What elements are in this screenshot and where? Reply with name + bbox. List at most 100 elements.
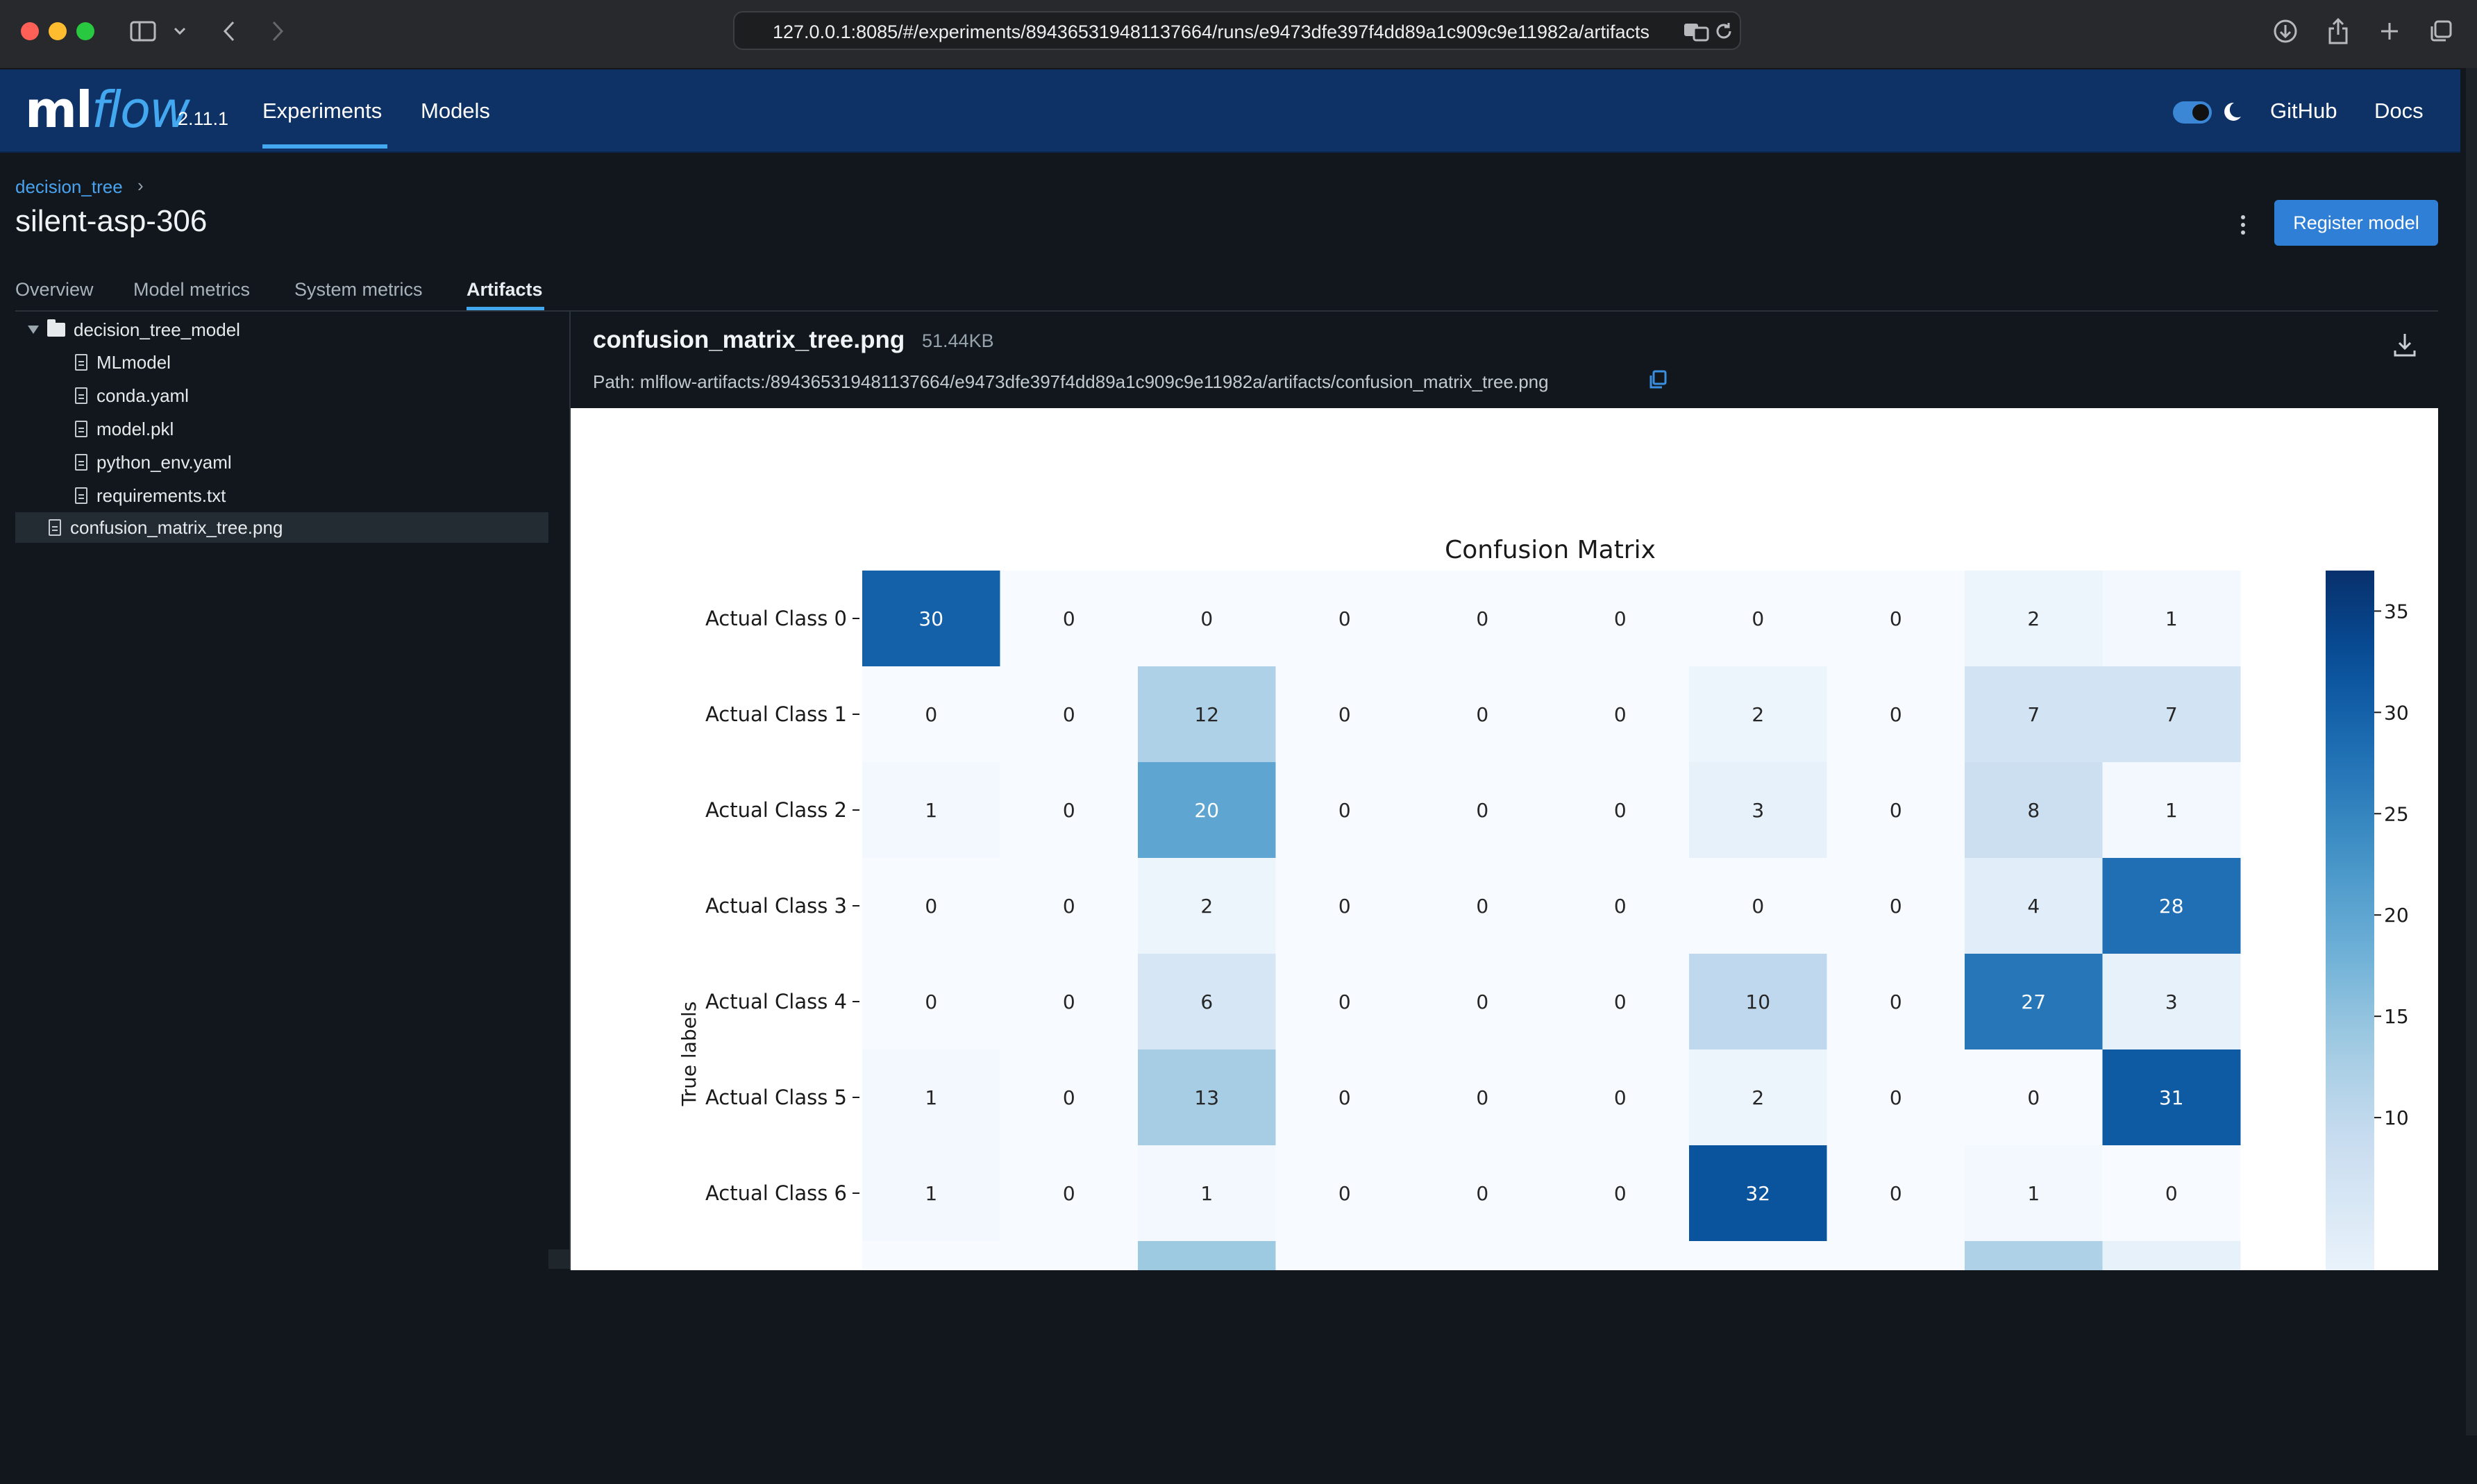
heatmap-cell (1413, 1241, 1552, 1270)
cell-value-label: 0 (1476, 703, 1488, 726)
cell-value-label: 0 (1338, 607, 1351, 630)
file-icon (75, 387, 87, 404)
tree-item-label: decision_tree_model (74, 319, 240, 340)
cell-value-label: 0 (1063, 895, 1075, 918)
tree-file-requirements-txt[interactable]: requirements.txt (75, 480, 226, 511)
cell-value-label: 20 (1194, 799, 1219, 822)
url-text: 127.0.0.1:8085/#/experiments/89436531948… (773, 22, 1650, 42)
tree-file-confusion-matrix-tree-png[interactable]: confusion_matrix_tree.png (15, 512, 548, 543)
tab-system-metrics[interactable]: System metrics (294, 279, 423, 301)
colorbar (2326, 571, 2374, 1270)
cell-value-label: 2 (1752, 703, 1764, 726)
tab-overview[interactable]: Overview (15, 279, 94, 301)
fullscreen-window-button[interactable] (76, 22, 94, 40)
reload-icon[interactable] (1713, 21, 1734, 45)
register-model-button[interactable]: Register model (2274, 200, 2438, 246)
heatmap-cell (1551, 1241, 1690, 1270)
close-window-button[interactable] (21, 22, 39, 40)
cell-value-label: 0 (1476, 799, 1488, 822)
row-tick-label: Actual Class 0 (705, 607, 847, 630)
cell-value-label: 1 (925, 799, 937, 822)
minimize-window-button[interactable] (49, 22, 67, 40)
cell-value-label: 0 (1614, 799, 1627, 822)
cell-value-label: 28 (2159, 895, 2184, 918)
cell-value-label: 0 (1338, 703, 1351, 726)
tree-scrollbar[interactable] (548, 1249, 569, 1269)
nav-experiments[interactable]: Experiments (262, 99, 382, 124)
cell-value-label: 0 (1752, 607, 1764, 630)
cell-value-label: 8 (2027, 799, 2040, 822)
cell-value-label: 0 (1338, 895, 1351, 918)
tree-file-mlmodel[interactable]: MLmodel (75, 347, 171, 378)
cell-value-label: 0 (1063, 607, 1075, 630)
cell-value-label: 0 (1338, 990, 1351, 1013)
mlflow-logo[interactable]: ml flow (25, 81, 190, 139)
cell-value-label: 2 (2027, 607, 2040, 630)
heatmap-cell (2102, 1241, 2241, 1270)
cell-value-label: 0 (1614, 895, 1627, 918)
tab-overview-icon[interactable] (2427, 14, 2455, 49)
cell-value-label: 0 (1890, 1086, 1902, 1109)
cell-value-label: 12 (1194, 703, 1219, 726)
tab-artifacts[interactable]: Artifacts (467, 279, 543, 301)
artifact-image-preview: Confusion Matrix True labels 30 0 0 0 0 0 0 0 2 1… (571, 408, 2438, 1270)
share-icon[interactable] (2324, 14, 2352, 49)
file-icon (75, 421, 87, 437)
new-tab-icon[interactable] (2376, 14, 2403, 49)
translate-icon[interactable] (1683, 22, 1709, 46)
cell-value-label: 1 (925, 1182, 937, 1205)
tree-item-label: conda.yaml (96, 385, 189, 406)
colorbar-tick-label: 30 (2384, 701, 2409, 724)
cell-value-label: 0 (1614, 990, 1627, 1013)
colorbar-tick-label: 15 (2384, 1005, 2409, 1028)
tree-file-conda-yaml[interactable]: conda.yaml (75, 380, 189, 411)
cell-value-label: 0 (1476, 895, 1488, 918)
tab-model-metrics[interactable]: Model metrics (133, 279, 250, 301)
nav-models[interactable]: Models (421, 99, 490, 124)
sidebar-toggle-icon[interactable] (128, 14, 158, 49)
file-icon (75, 454, 87, 471)
tree-file-python-env-yaml[interactable]: python_env.yaml (75, 447, 232, 478)
file-icon (75, 487, 87, 504)
breadcrumb-experiment[interactable]: decision_tree (15, 176, 123, 198)
colorbar-tick-label: 20 (2384, 904, 2409, 927)
browser-toolbar: 127.0.0.1:8085/#/experiments/89436531948… (0, 0, 2477, 69)
address-bar[interactable]: 127.0.0.1:8085/#/experiments/89436531948… (733, 11, 1741, 50)
artifact-tree: decision_tree_model MLmodel conda.yaml m… (0, 312, 569, 1270)
chevron-down-icon[interactable] (169, 14, 190, 49)
chart-title: Confusion Matrix (1445, 536, 1656, 564)
row-tick-label: Actual Class 4 (705, 990, 847, 1013)
forward-icon[interactable] (264, 14, 292, 49)
cell-value-label: 1 (925, 1086, 937, 1109)
docs-link[interactable]: Docs (2374, 99, 2424, 124)
cell-value-label: 6 (1200, 990, 1213, 1013)
cell-value-label: 27 (2021, 990, 2046, 1013)
downloads-icon[interactable] (2272, 14, 2299, 49)
cell-value-label: 0 (1476, 607, 1488, 630)
dark-mode-toggle[interactable] (2173, 101, 2212, 124)
cell-value-label: 13 (1194, 1086, 1219, 1109)
cell-value-label: 0 (1614, 703, 1627, 726)
cell-value-label: 3 (2165, 990, 2178, 1013)
tree-folder-decision-tree-model[interactable]: decision_tree_model (28, 314, 240, 345)
cell-value-label: 3 (1752, 799, 1764, 822)
colorbar-tick-label: 10 (2384, 1106, 2409, 1129)
cell-value-label: 7 (2027, 703, 2040, 726)
back-icon[interactable] (215, 14, 243, 49)
copy-icon[interactable] (1647, 369, 1668, 390)
page-scrollbar[interactable] (2466, 68, 2477, 1435)
github-link[interactable]: GitHub (2270, 99, 2337, 124)
cell-value-label: 4 (2027, 895, 2040, 918)
tree-item-label: MLmodel (96, 351, 171, 373)
cell-value-label: 0 (1890, 703, 1902, 726)
cell-value-label: 0 (1476, 1182, 1488, 1205)
cell-value-label: 31 (2159, 1086, 2184, 1109)
expand-caret-icon[interactable] (28, 326, 39, 334)
file-icon (75, 354, 87, 371)
cell-value-label: 0 (1476, 1086, 1488, 1109)
tree-file-model-pkl[interactable]: model.pkl (75, 414, 174, 444)
cell-value-label: 2 (1752, 1086, 1764, 1109)
more-options-icon[interactable] (2233, 211, 2253, 239)
download-icon[interactable] (2392, 332, 2417, 358)
cell-value-label: 30 (918, 607, 943, 630)
